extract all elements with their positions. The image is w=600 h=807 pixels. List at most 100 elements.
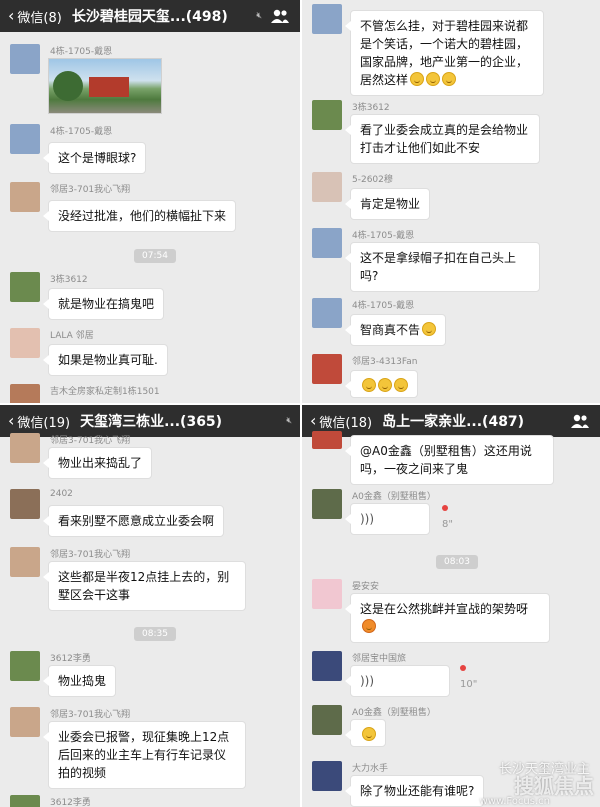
- grin-emoji-icon: [422, 322, 437, 336]
- message-bubble[interactable]: 看来别墅不愿意成立业委会啊: [42, 505, 225, 537]
- chat-header: ‹ 微信(19) 天玺湾三栋业...(365) 🔇︎: [0, 405, 300, 437]
- sender-name: 3612李勇: [50, 654, 91, 664]
- sender-name: 邻居3-701我心飞翔: [50, 436, 131, 446]
- avatar[interactable]: [10, 272, 40, 302]
- message-bubble[interactable]: 这些都是半夜12点挂上去的，别墅区会干这事: [43, 561, 246, 611]
- avatar[interactable]: [10, 44, 40, 74]
- avatar[interactable]: [10, 795, 40, 807]
- avatar[interactable]: [312, 579, 342, 609]
- voice-duration: 10": [460, 679, 478, 690]
- sender-name: 4栋-1705-戴恩: [352, 231, 415, 241]
- avatar[interactable]: [312, 489, 342, 519]
- voice-icon: ))): [360, 674, 375, 688]
- avatar[interactable]: [312, 761, 342, 791]
- message-bubble[interactable]: 就是物业在搞鬼吧: [42, 288, 165, 320]
- angry-emoji-icon: [362, 619, 376, 633]
- grin-emoji-icon: [394, 378, 408, 392]
- sender-name: 3612李勇: [50, 798, 91, 807]
- watermark-logo: 搜狐焦点: [514, 774, 594, 798]
- message-bubble[interactable]: 没经过批准，他们的横幅扯下来: [42, 200, 237, 232]
- message-bubble[interactable]: 这个是博眼球?: [42, 142, 147, 174]
- avatar[interactable]: [10, 651, 40, 681]
- sender-name: 3栋3612: [352, 103, 390, 113]
- sender-name: 4栋-1705-戴恩: [50, 127, 113, 137]
- avatar[interactable]: [312, 4, 342, 34]
- chat-panel-3: ‹ 微信(19) 天玺湾三栋业...(365) 🔇︎ 邻居3-701我心飞翔 物…: [0, 405, 300, 807]
- chat-title: 岛上一家亲业...(487): [382, 414, 525, 430]
- group-members-icon[interactable]: [270, 8, 292, 24]
- message-bubble[interactable]: @A0金鑫（别墅租售）这还用说吗，一夜之间来了鬼: [345, 435, 554, 485]
- back-button[interactable]: ‹ 微信(19): [0, 412, 70, 431]
- image-message[interactable]: [48, 58, 162, 114]
- chevron-left-icon: ‹: [310, 411, 317, 430]
- sender-name: 5-2602穆: [352, 175, 393, 185]
- sender-name: 邻居宝中国旅: [352, 654, 407, 664]
- voice-message[interactable]: ))): [345, 503, 430, 535]
- chevron-left-icon: ‹: [8, 411, 15, 430]
- avatar[interactable]: [10, 707, 40, 737]
- back-button[interactable]: ‹ 微信(8): [0, 7, 62, 26]
- grin-emoji-icon: [362, 378, 376, 392]
- avatar[interactable]: [312, 651, 342, 681]
- back-label: 微信(8): [17, 10, 62, 26]
- voice-icon: ))): [360, 512, 375, 526]
- sender-name: LALA 邻居: [50, 331, 94, 341]
- sender-name: 吉木全房家私定制1栋1501: [50, 387, 160, 397]
- message-bubble[interactable]: [345, 370, 418, 398]
- avatar[interactable]: [10, 433, 40, 463]
- message-bubble[interactable]: 除了物业还能有谁呢?: [344, 775, 485, 807]
- avatar[interactable]: [312, 100, 342, 130]
- watermark-url: www.Focus.cn: [479, 796, 550, 807]
- chat-panel-1: ‹ 微信(8) 长沙碧桂园天玺...(498) 🔇︎ 4栋-1705-戴恩 4栋…: [0, 0, 300, 403]
- avatar[interactable]: [312, 354, 342, 384]
- avatar[interactable]: [10, 489, 40, 519]
- avatar[interactable]: [312, 705, 342, 735]
- mute-icon: 🔇︎: [256, 11, 262, 21]
- message-bubble[interactable]: 如果是物业真可耻.: [43, 344, 168, 376]
- avatar[interactable]: [10, 328, 40, 358]
- unread-dot: [442, 505, 448, 511]
- grin-emoji-icon: [442, 72, 457, 86]
- chat-panel-2: 不管怎么挂，对于碧桂园来说都是个笑话，一个诺大的碧桂园，国家品牌，地产业第一的企…: [302, 0, 600, 403]
- sender-name: 晏安安: [352, 582, 380, 592]
- timestamp: 08:35: [134, 627, 176, 641]
- sweat-emoji-icon: [362, 727, 376, 741]
- avatar[interactable]: [312, 228, 342, 258]
- grin-emoji-icon: [426, 72, 441, 86]
- sender-name: 邻居3-701我心飞翔: [50, 550, 131, 560]
- sender-name: 邻居3-4313Fan: [352, 357, 418, 367]
- voice-duration: 8": [442, 519, 453, 530]
- message-bubble[interactable]: 这是在公然挑衅并宣战的架势呀: [345, 593, 550, 643]
- grin-emoji-icon: [410, 72, 425, 86]
- avatar[interactable]: [312, 298, 342, 328]
- sender-name: 大力水手: [352, 764, 389, 774]
- message-bubble[interactable]: 肯定是物业: [344, 188, 431, 220]
- avatar[interactable]: [10, 547, 40, 577]
- message-bubble[interactable]: 物业出来捣乱了: [42, 447, 153, 479]
- avatar[interactable]: [10, 124, 40, 154]
- chevron-left-icon: ‹: [8, 6, 15, 25]
- avatar[interactable]: [10, 182, 40, 212]
- message-bubble[interactable]: 这不是拿绿帽子扣在自己头上吗?: [345, 242, 540, 292]
- mute-icon: 🔇︎: [286, 416, 292, 426]
- message-bubble[interactable]: 智商真不告: [344, 314, 447, 346]
- sender-name: A0金鑫（别墅租售）: [352, 492, 436, 502]
- back-button[interactable]: ‹ 微信(18): [302, 412, 372, 431]
- avatar[interactable]: [312, 172, 342, 202]
- sender-name: A0金鑫（别墅租售）: [352, 708, 436, 718]
- chat-header: ‹ 微信(8) 长沙碧桂园天玺...(498) 🔇︎: [0, 0, 300, 32]
- voice-message[interactable]: ))): [345, 665, 450, 697]
- avatar[interactable]: [10, 384, 40, 403]
- message-bubble[interactable]: 看了业委会成立真的是会给物业打击才让他们如此不安: [345, 114, 540, 164]
- group-members-icon[interactable]: [570, 413, 592, 429]
- message-bubble[interactable]: 业委会已报警，现征集晚上12点后回来的业主车上有行车记录仪拍的视频: [43, 721, 246, 789]
- sender-name: 3栋3612: [50, 275, 88, 285]
- message-bubble[interactable]: 不管怎么挂，对于碧桂园来说都是个笑话，一个诺大的碧桂园，国家品牌，地产业第一的企…: [345, 10, 544, 96]
- timestamp: 07:54: [134, 249, 176, 263]
- message-bubble[interactable]: 物业捣鬼: [42, 665, 117, 697]
- chat-header: ‹ 微信(18) 岛上一家亲业...(487): [302, 405, 600, 437]
- avatar[interactable]: [312, 431, 342, 449]
- message-bubble[interactable]: [345, 719, 386, 747]
- chat-title: 天玺湾三栋业...(365): [80, 414, 223, 430]
- sender-name: 4栋-1705-戴恩: [50, 47, 113, 57]
